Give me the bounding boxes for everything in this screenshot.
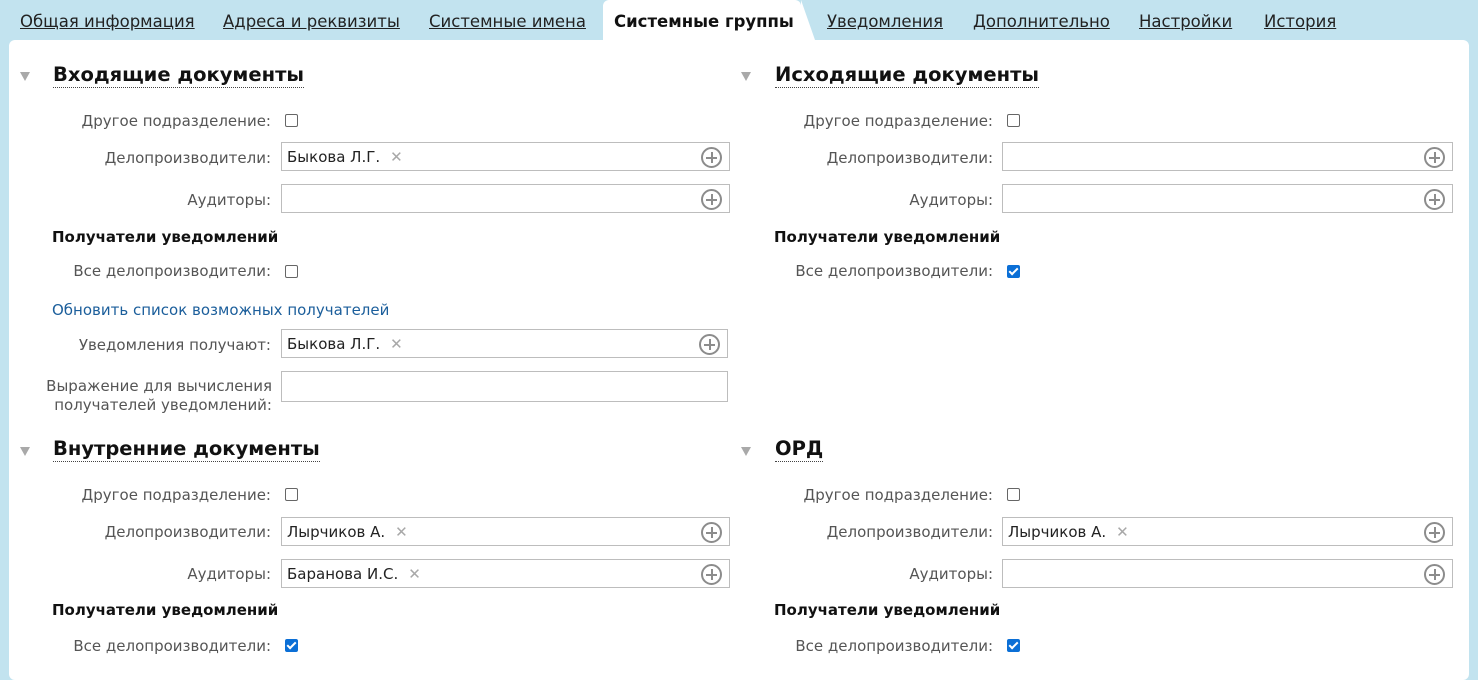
section-title-internal: Внутренние документы [53, 437, 320, 462]
label-clerks: Делопроизводители: [104, 523, 271, 541]
label-other-division: Другое подразделение: [81, 486, 271, 504]
clerks-field-outgoing[interactable] [1002, 142, 1453, 171]
notified-field-incoming[interactable]: Быкова Л.Г. ✕ [281, 329, 728, 358]
add-plus-circle-icon[interactable] [1424, 147, 1445, 168]
add-plus-circle-icon[interactable] [701, 147, 722, 168]
checkbox-all-clerks-incoming[interactable] [285, 265, 298, 278]
auditors-field-ord[interactable] [1002, 559, 1453, 588]
recipients-heading: Получатели уведомлений [774, 228, 1001, 246]
label-auditors: Аудиторы: [909, 565, 993, 583]
tab-history[interactable]: История [1264, 11, 1336, 33]
add-plus-circle-icon[interactable] [699, 334, 720, 355]
label-all-clerks: Все делопроизводители: [73, 262, 271, 280]
label-auditors: Аудиторы: [909, 191, 993, 209]
label-auditors: Аудиторы: [187, 191, 271, 209]
label-other-division: Другое подразделение: [81, 112, 271, 130]
remove-x-icon[interactable]: ✕ [408, 565, 421, 583]
clerks-field-incoming[interactable]: Быкова Л.Г. ✕ [281, 142, 730, 171]
tab-system-groups[interactable]: Системные группы [614, 11, 794, 33]
label-clerks: Делопроизводители: [104, 149, 271, 167]
label-other-division: Другое подразделение: [803, 486, 993, 504]
label-other-division: Другое подразделение: [803, 112, 993, 130]
checkbox-other-division-internal[interactable] [285, 488, 298, 501]
section-title-ord: ОРД [775, 437, 824, 462]
add-plus-circle-icon[interactable] [701, 189, 722, 210]
token-clerk: Лырчиков А. ✕ [287, 523, 408, 541]
collapse-outgoing-icon[interactable] [741, 72, 751, 81]
checkbox-other-division-incoming[interactable] [285, 114, 298, 127]
checkbox-other-division-ord[interactable] [1007, 488, 1020, 501]
token-clerk: Быкова Л.Г. ✕ [287, 148, 403, 166]
checkbox-other-division-outgoing[interactable] [1007, 114, 1020, 127]
label-expression: Выражение для вычисления получателей уве… [46, 377, 272, 414]
tab-bar: Общая информация Адреса и реквизиты Сист… [0, 0, 1478, 40]
remove-x-icon[interactable]: ✕ [390, 148, 403, 166]
recipients-heading: Получатели уведомлений [52, 228, 279, 246]
auditors-field-outgoing[interactable] [1002, 184, 1453, 213]
auditors-field-incoming[interactable] [281, 184, 730, 213]
token-auditor: Баранова И.С. ✕ [287, 565, 421, 583]
collapse-internal-icon[interactable] [20, 447, 30, 456]
tab-addresses[interactable]: Адреса и реквизиты [223, 11, 400, 33]
token-clerk: Лырчиков А. ✕ [1008, 523, 1129, 541]
remove-x-icon[interactable]: ✕ [390, 335, 403, 353]
label-all-clerks: Все делопроизводители: [73, 637, 271, 655]
remove-x-icon[interactable]: ✕ [1116, 523, 1129, 541]
checkbox-all-clerks-outgoing[interactable] [1007, 265, 1020, 278]
add-plus-circle-icon[interactable] [1424, 564, 1445, 585]
add-plus-circle-icon[interactable] [1424, 522, 1445, 543]
label-all-clerks: Все делопроизводители: [795, 262, 993, 280]
expression-input-incoming[interactable] [281, 371, 728, 402]
clerks-field-ord[interactable]: Лырчиков А. ✕ [1002, 517, 1453, 546]
clerks-field-internal[interactable]: Лырчиков А. ✕ [281, 517, 730, 546]
label-clerks: Делопроизводители: [826, 523, 993, 541]
token-notified: Быкова Л.Г. ✕ [287, 335, 403, 353]
add-plus-circle-icon[interactable] [701, 564, 722, 585]
remove-x-icon[interactable]: ✕ [395, 523, 408, 541]
tab-system-names[interactable]: Системные имена [429, 11, 586, 33]
tab-general-info[interactable]: Общая информация [20, 11, 195, 33]
recipients-heading: Получатели уведомлений [774, 601, 1001, 619]
section-title-outgoing: Исходящие документы [775, 63, 1040, 88]
label-auditors: Аудиторы: [187, 565, 271, 583]
collapse-ord-icon[interactable] [741, 447, 751, 456]
tab-additional[interactable]: Дополнительно [973, 11, 1110, 33]
add-plus-circle-icon[interactable] [1424, 189, 1445, 210]
add-plus-circle-icon[interactable] [701, 522, 722, 543]
auditors-field-internal[interactable]: Баранова И.С. ✕ [281, 559, 730, 588]
collapse-incoming-icon[interactable] [20, 72, 30, 81]
recipients-heading: Получатели уведомлений [52, 601, 279, 619]
label-notified: Уведомления получают: [78, 336, 271, 354]
label-clerks: Делопроизводители: [826, 149, 993, 167]
refresh-recipients-link[interactable]: Обновить список возможных получателей [52, 301, 389, 319]
label-all-clerks: Все делопроизводители: [795, 637, 993, 655]
checkbox-all-clerks-ord[interactable] [1007, 639, 1020, 652]
section-title-incoming: Входящие документы [53, 63, 305, 88]
checkbox-all-clerks-internal[interactable] [285, 639, 298, 652]
tab-notifications[interactable]: Уведомления [827, 11, 943, 33]
tab-settings[interactable]: Настройки [1139, 11, 1232, 33]
